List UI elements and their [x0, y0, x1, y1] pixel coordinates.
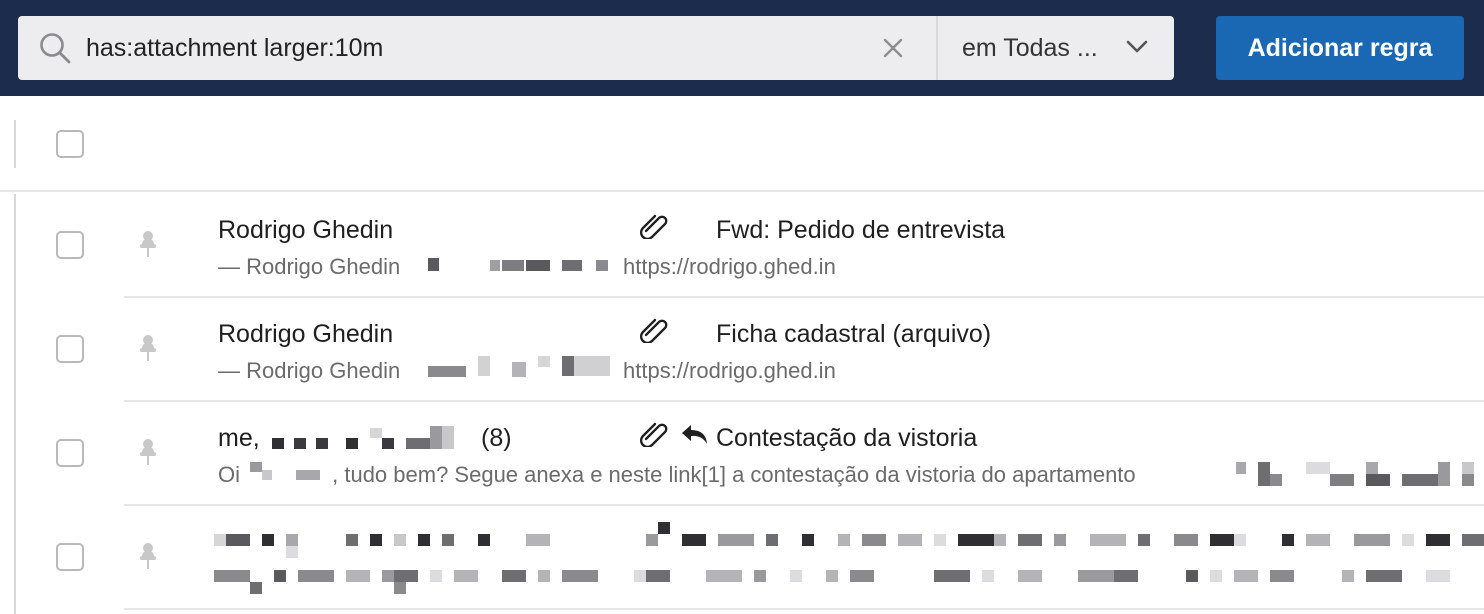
row-divider — [124, 296, 1484, 298]
message-subject: Ficha cadastral (arquivo) — [716, 320, 992, 348]
pin-icon[interactable] — [136, 437, 160, 469]
message-snippet: — Rodrigo Ghedin — [218, 254, 401, 279]
row-checkbox[interactable] — [56, 231, 84, 259]
add-rule-button[interactable]: Adicionar regra — [1216, 16, 1464, 80]
sender-list: me, — [218, 424, 260, 452]
search-bar: em Todas ... — [18, 16, 1174, 80]
reply-icon — [682, 425, 707, 444]
paperclip-icon — [640, 318, 668, 343]
list-toolbar — [0, 96, 1484, 192]
sender-name: Rodrigo Ghedin — [218, 320, 394, 348]
redacted-text — [246, 462, 332, 482]
message-subject: Contestação da vistoria — [716, 424, 978, 452]
search-icon — [40, 33, 71, 64]
divider — [14, 194, 16, 614]
snippet-greeting: Oi — [218, 462, 240, 487]
message-link: https://rodrigo.ghed.in — [623, 358, 836, 383]
search-scope-label: em Todas ... — [962, 33, 1098, 62]
top-bar: em Todas ... Adicionar regra — [0, 0, 1484, 96]
snippet-body: , tudo bem? Segue anexa e neste link[1] … — [332, 462, 1136, 487]
message-snippet: Oi , tudo bem? Segue anexa e neste link[… — [218, 462, 1136, 488]
pin-icon[interactable] — [136, 541, 160, 573]
row-checkbox[interactable] — [56, 543, 84, 571]
chevron-down-icon — [1126, 40, 1148, 53]
row-divider — [124, 608, 1484, 610]
message-snippet: — Rodrigo Ghedin — [218, 358, 401, 383]
thread-count: (8) — [481, 424, 512, 452]
close-icon[interactable] — [880, 35, 906, 61]
search-input[interactable] — [86, 16, 866, 80]
search-scope-select[interactable]: em Todas ... — [938, 16, 1174, 80]
divider — [14, 120, 16, 168]
paperclip-icon — [640, 422, 668, 447]
row-checkbox[interactable] — [56, 335, 84, 363]
sender-name: me, — [218, 424, 260, 453]
paperclip-icon — [640, 214, 668, 239]
pin-icon[interactable] — [136, 229, 160, 261]
row-divider — [124, 504, 1484, 506]
select-all-checkbox[interactable] — [56, 130, 84, 158]
sender-name: Rodrigo Ghedin — [218, 216, 394, 244]
row-checkbox[interactable] — [56, 439, 84, 467]
message-link: https://rodrigo.ghed.in — [623, 254, 836, 279]
row-divider — [124, 400, 1484, 402]
message-subject: Fwd: Pedido de entrevista — [716, 216, 1006, 244]
pin-icon[interactable] — [136, 333, 160, 365]
